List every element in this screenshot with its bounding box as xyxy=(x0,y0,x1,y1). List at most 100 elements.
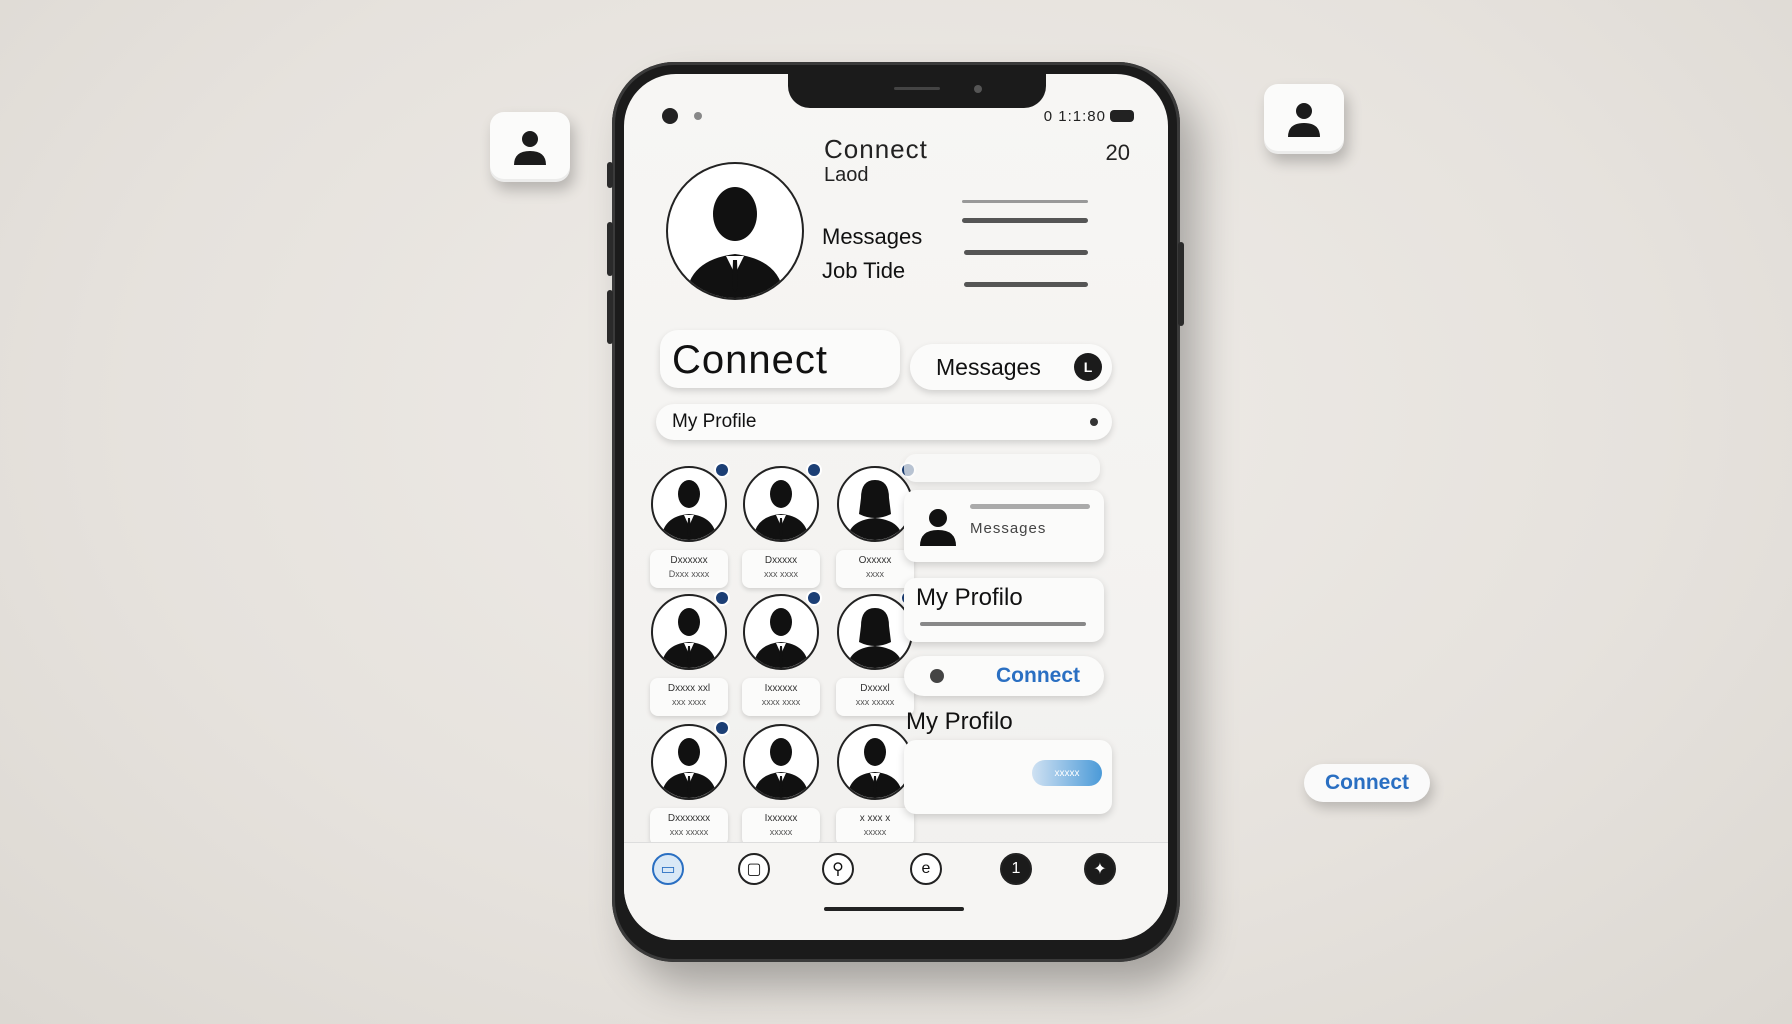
user-icon xyxy=(1288,103,1320,137)
app-subtitle: Laod xyxy=(824,164,869,186)
contact-avatar xyxy=(837,466,913,542)
contact-item[interactable]: Ixxxxxx xxxxx xyxy=(736,724,826,846)
profile-section-card: xxxxx xyxy=(904,740,1112,814)
tab-network[interactable]: ✦ xyxy=(1070,853,1130,901)
header-label-messages: Messages xyxy=(822,224,923,249)
connect-button-label: Connect xyxy=(672,338,828,382)
contact-avatar xyxy=(743,724,819,800)
power-button xyxy=(1178,242,1184,326)
contact-item[interactable]: Dxxxxxx Dxxx xxxx xyxy=(644,462,734,588)
contact-title: xxxx xxxx xyxy=(761,697,801,707)
contact-title: xxxxx xyxy=(863,827,887,837)
person-icon xyxy=(753,480,809,540)
person-icon xyxy=(661,480,717,540)
app-screen: 0 1:1:80 Connect Laod 20 Messages Job Ti… xyxy=(624,74,1168,940)
notch xyxy=(788,74,1046,108)
contact-name: Dxxxxl xyxy=(860,683,890,694)
contact-name: Ixxxxxx xyxy=(764,683,798,694)
contact-card: Oxxxxx xxxx xyxy=(836,550,914,588)
wifi-icon xyxy=(694,112,702,120)
chat-icon: e xyxy=(910,853,942,885)
tab-notifications[interactable]: 1 xyxy=(986,853,1046,901)
profile-section-label: My Profilo xyxy=(906,708,1013,735)
contact-item[interactable]: Ixxxxxx xxxx xxxx xyxy=(736,590,826,716)
status-icons xyxy=(662,108,702,124)
connect-button[interactable]: Connect xyxy=(660,330,900,388)
info-line xyxy=(964,250,1088,255)
messages-button-label: Messages xyxy=(936,354,1041,380)
contact-avatar xyxy=(651,594,727,670)
profile-avatar[interactable] xyxy=(666,162,804,300)
floating-connect-button[interactable]: Connect xyxy=(1304,764,1430,802)
app-title: Connect xyxy=(824,134,928,164)
contact-avatar xyxy=(837,724,913,800)
contact-avatar xyxy=(651,724,727,800)
contact-name: Oxxxxx xyxy=(858,555,892,566)
messages-card-label: Messages xyxy=(970,520,1047,537)
person-suit-icon xyxy=(686,187,784,298)
contact-title: xxx xxxx xyxy=(671,697,706,707)
connect-action-label: Connect xyxy=(996,664,1080,687)
volume-button xyxy=(607,162,613,188)
floating-profile-tile-left[interactable] xyxy=(490,112,570,182)
tab-search[interactable]: ⚲ xyxy=(808,853,868,901)
contact-card: x xxx x xxxxx xyxy=(836,808,914,846)
contact-title: xxxx xyxy=(866,569,884,579)
eye-icon xyxy=(930,669,944,683)
connect-action-button[interactable]: Connect xyxy=(904,656,1104,696)
info-line xyxy=(964,282,1088,287)
placeholder-card xyxy=(904,454,1100,482)
profile-card[interactable]: My Profilo xyxy=(904,578,1104,642)
contact-avatar xyxy=(651,466,727,542)
status-time: 0 1:1:80 xyxy=(1043,108,1106,125)
contact-name: Dxxxxxx xyxy=(670,555,708,566)
online-status-icon xyxy=(806,462,822,478)
connection-count: 20 xyxy=(1105,140,1130,165)
profile-card-label: My Profilo xyxy=(916,584,1023,611)
contact-card: Dxxxxxxx xxx xxxxx xyxy=(650,808,728,846)
user-icon xyxy=(920,509,956,546)
person-icon xyxy=(661,738,717,798)
tab-jobs[interactable]: ▢ xyxy=(724,853,784,901)
floating-profile-tile-right[interactable] xyxy=(1264,84,1344,154)
messages-badge: L xyxy=(1074,353,1102,381)
header-label-job-title: Job Tide xyxy=(822,258,906,283)
messages-button[interactable]: Messages L xyxy=(910,344,1112,390)
person-icon xyxy=(753,738,809,798)
home-indicator xyxy=(824,907,964,911)
person-icon xyxy=(847,480,903,540)
notification-icon: 1 xyxy=(1000,853,1032,885)
my-profile-bar[interactable]: My Profile xyxy=(656,404,1112,440)
profile-progress-line xyxy=(920,622,1086,626)
info-line xyxy=(962,200,1088,203)
home-icon: ▭ xyxy=(652,853,684,885)
contact-title: xxx xxxx xyxy=(763,569,798,579)
contact-title: xxx xxxxx xyxy=(855,697,895,707)
info-line xyxy=(962,218,1088,223)
contact-name: Dxxxx xxl xyxy=(667,683,711,694)
profile-section-button[interactable]: xxxxx xyxy=(1032,760,1102,786)
contact-item[interactable]: Dxxxxx xxx xxxx xyxy=(736,462,826,588)
person-icon xyxy=(661,608,717,668)
contact-name: Ixxxxxx xyxy=(764,813,798,824)
messages-card[interactable]: Messages xyxy=(904,490,1104,562)
tab-home[interactable]: ▭ xyxy=(638,853,698,901)
my-profile-label: My Profile xyxy=(672,411,757,432)
contact-item[interactable]: Dxxxxxxx xxx xxxxx xyxy=(644,720,734,846)
contact-card: Dxxxx xxl xxx xxxx xyxy=(650,678,728,716)
profile-indicator-icon xyxy=(1090,418,1098,426)
contact-avatar xyxy=(837,594,913,670)
contact-card: Dxxxxl xxx xxxxx xyxy=(836,678,914,716)
battery-icon xyxy=(1110,110,1134,122)
tab-chat[interactable]: e xyxy=(896,853,956,901)
person-icon xyxy=(847,608,903,668)
contact-card: Ixxxxxx xxxx xxxx xyxy=(742,678,820,716)
contact-card: Dxxxxx xxx xxxx xyxy=(742,550,820,588)
person-icon xyxy=(847,738,903,798)
contact-avatar xyxy=(743,594,819,670)
contact-name: x xxx x xyxy=(859,813,891,824)
person-icon xyxy=(753,608,809,668)
contact-item[interactable]: Dxxxx xxl xxx xxxx xyxy=(644,590,734,716)
user-icon xyxy=(514,131,546,165)
contact-title: xxx xxxxx xyxy=(669,827,709,837)
